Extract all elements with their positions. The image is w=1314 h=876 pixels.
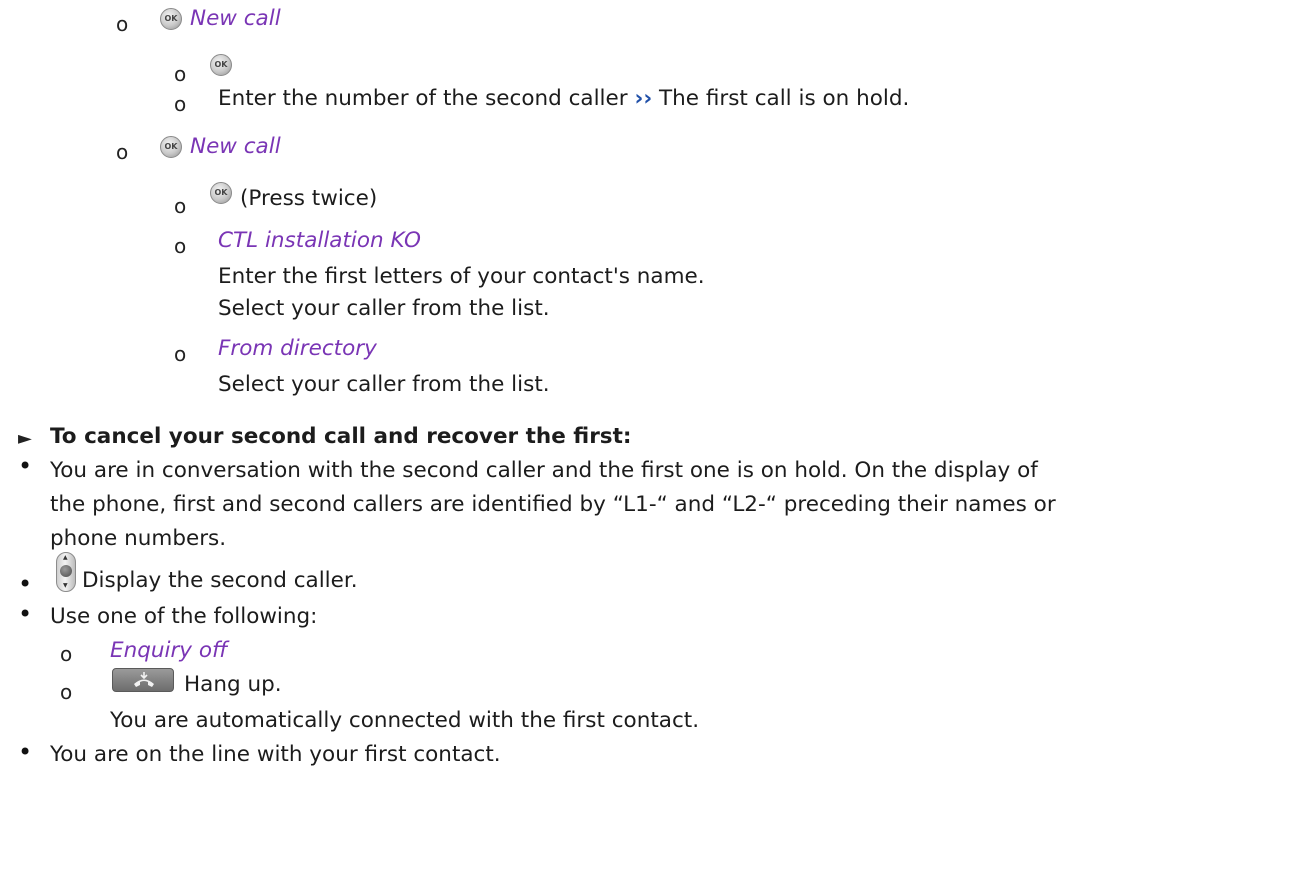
sub-bullet: o xyxy=(60,642,73,666)
paragraph-line: You are in conversation with the second … xyxy=(50,458,1038,483)
menu-option-new-call: New call xyxy=(190,6,281,31)
instruction-text: Hang up. xyxy=(184,672,282,697)
instruction-text: Enter the first letters of your contact'… xyxy=(218,264,705,289)
sub-sub-bullet: o xyxy=(174,62,187,86)
paragraph-line: phone numbers. xyxy=(50,526,227,551)
ok-key-icon xyxy=(160,136,182,158)
section-arrow-icon: ► xyxy=(18,428,32,449)
sub-bullet: o xyxy=(60,680,73,704)
menu-option-from-directory: From directory xyxy=(218,336,377,361)
sub-bullet: o xyxy=(116,12,129,36)
press-twice-text: (Press twice) xyxy=(240,186,378,211)
instruction-result: The first call is on hold. xyxy=(659,86,910,111)
instruction-text: Select your caller from the list. xyxy=(218,372,550,397)
sub-sub-bullet: o xyxy=(174,234,187,258)
sub-bullet: o xyxy=(116,140,129,164)
menu-option-enquiry-off: Enquiry off xyxy=(110,638,228,663)
result-arrow-icon: ›› xyxy=(634,86,653,111)
instruction-text: You are on the line with your first cont… xyxy=(50,742,501,767)
bullet: • xyxy=(18,600,33,628)
menu-option-new-call: New call xyxy=(190,134,281,159)
section-heading: To cancel your second call and recover t… xyxy=(50,424,632,449)
ok-key-icon xyxy=(210,54,232,76)
sub-sub-bullet: o xyxy=(174,92,187,116)
paragraph-line: the phone, first and second callers are … xyxy=(50,492,1056,517)
instruction-text: Select your caller from the list. xyxy=(218,296,550,321)
instruction-text: Display the second caller. xyxy=(82,568,358,593)
navigator-icon: ▲ ▼ xyxy=(56,552,76,592)
instruction-text: Use one of the following: xyxy=(50,604,318,629)
sub-sub-bullet: o xyxy=(174,194,187,218)
bullet: • xyxy=(18,570,33,598)
bullet: • xyxy=(18,452,33,480)
instruction-text: You are automatically connected with the… xyxy=(110,708,700,733)
instruction-text: Enter the number of the second caller xyxy=(218,86,628,111)
menu-option-ctl-installation-ko: CTL installation KO xyxy=(218,228,421,253)
sub-sub-bullet: o xyxy=(174,342,187,366)
instruction-enter-number: Enter the number of the second caller ››… xyxy=(218,84,909,114)
bullet: • xyxy=(18,738,33,766)
hang-up-key-icon xyxy=(112,668,174,692)
ok-key-icon xyxy=(160,8,182,30)
ok-key-icon xyxy=(210,182,232,204)
